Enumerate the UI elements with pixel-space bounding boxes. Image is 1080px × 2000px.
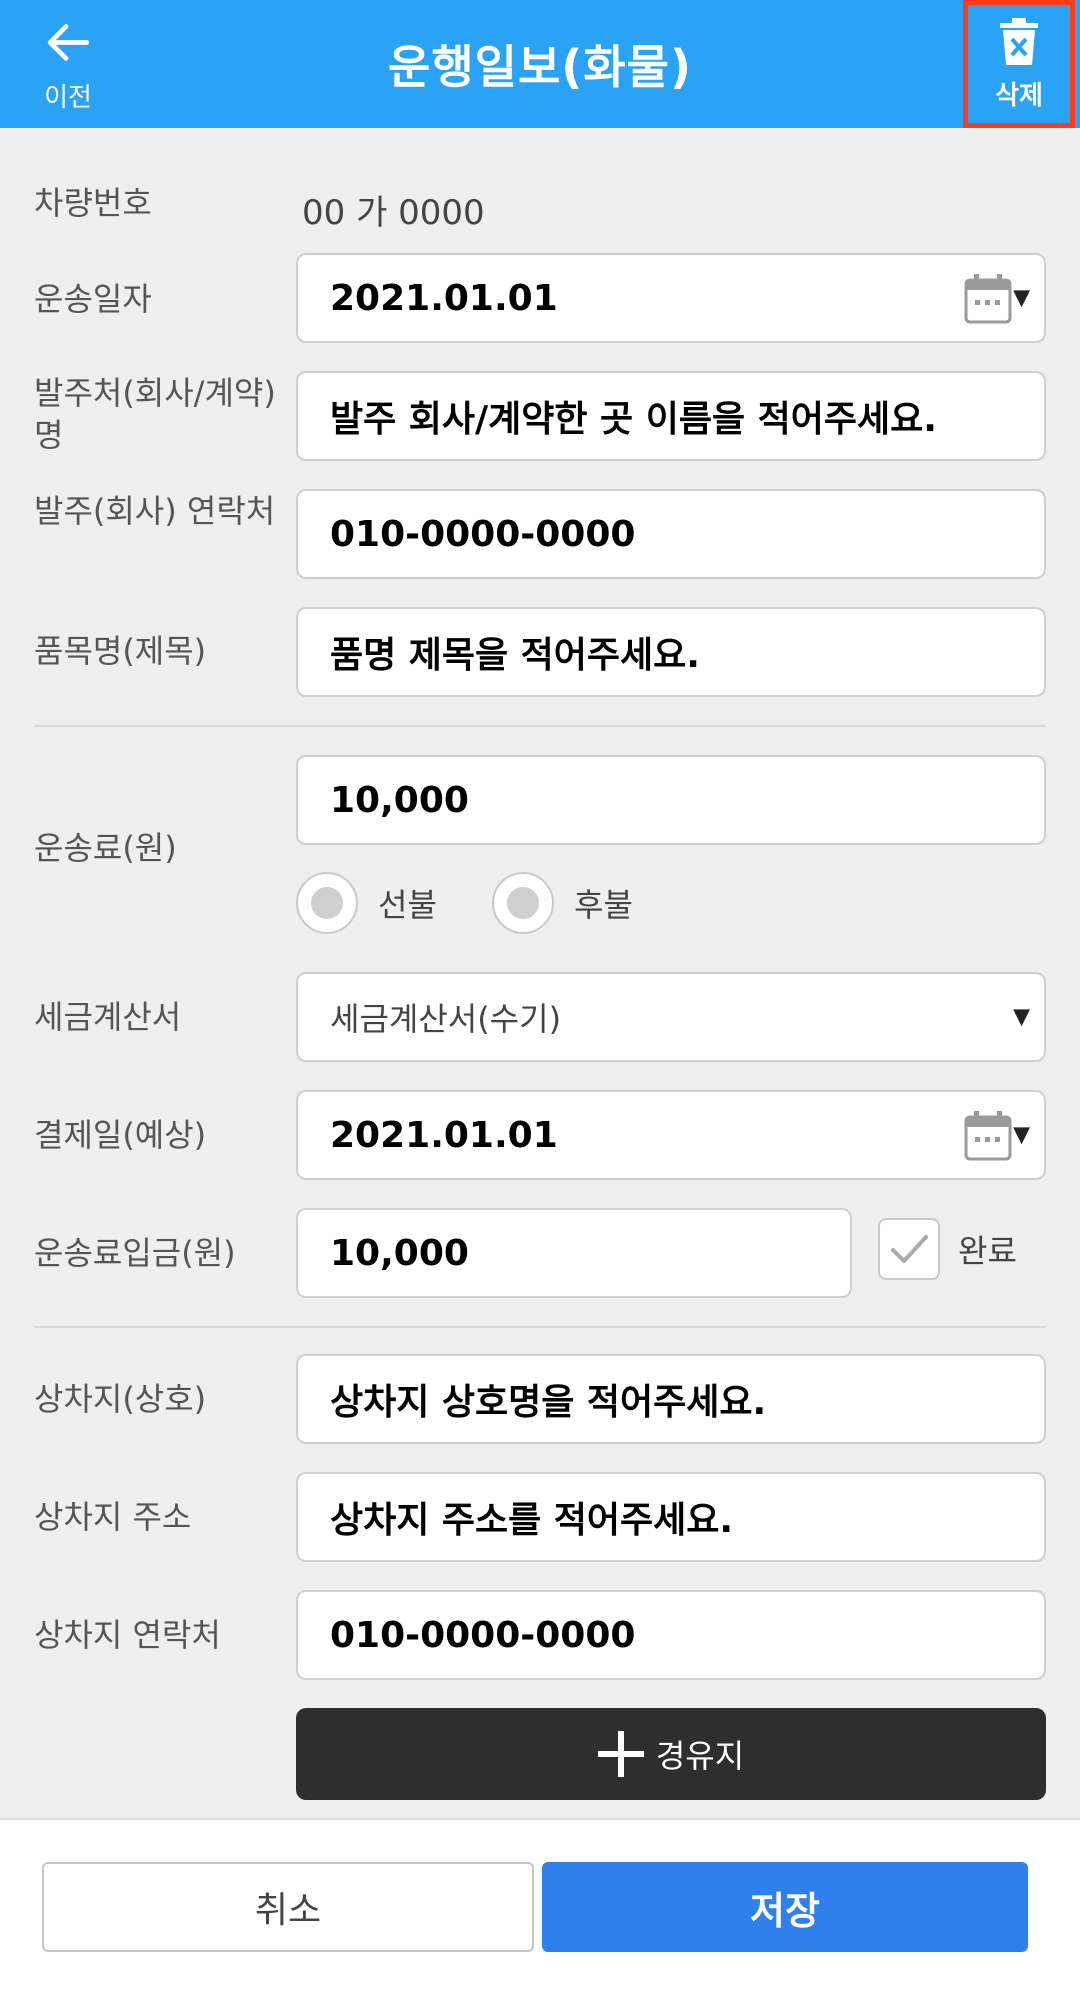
vehicle-number-value: 00 가 0000 xyxy=(302,193,485,233)
transport-date-label: 운송일자 xyxy=(34,280,152,318)
prepaid-label: 선불 xyxy=(378,886,437,924)
chevron-down-icon: ▼ xyxy=(1013,285,1030,311)
add-waypoint-button[interactable]: 경유지 xyxy=(296,1708,1046,1800)
radio-circle xyxy=(296,872,358,934)
fare-label: 운송료(원) xyxy=(34,829,177,867)
save-button[interactable]: 저장 xyxy=(542,1862,1028,1952)
client-name-field[interactable]: 발주 회사/계약한 곳 이름을 적어주세요. xyxy=(296,371,1046,461)
transport-date-field[interactable]: 2021.01.01 ▼ xyxy=(296,253,1046,343)
radio-circle xyxy=(492,872,554,934)
done-checkbox[interactable] xyxy=(878,1218,940,1280)
item-name-field[interactable]: 품명 제목을 적어주세요. xyxy=(296,607,1046,697)
page-title: 운행일보(화물) xyxy=(388,40,692,94)
plus-icon xyxy=(597,1731,644,1777)
loading-place-label: 상차지(상호) xyxy=(34,1380,207,1418)
loading-contact-value: 010-0000-0000 xyxy=(330,1614,636,1656)
client-name-value: 발주 회사/계약한 곳 이름을 적어주세요. xyxy=(330,399,937,440)
item-name-value: 품명 제목을 적어주세요. xyxy=(330,635,700,676)
payment-date-field[interactable]: 2021.01.01 ▼ xyxy=(296,1090,1046,1180)
section-divider xyxy=(34,1326,1046,1328)
fare-deposit-field[interactable]: 10,000 xyxy=(296,1208,852,1298)
transport-date-value: 2021.01.01 xyxy=(330,277,558,319)
loading-contact-field[interactable]: 010-0000-0000 xyxy=(296,1590,1046,1680)
section-divider xyxy=(34,725,1046,727)
prepaid-radio[interactable]: 선불 xyxy=(296,872,437,934)
delete-label: 삭제 xyxy=(995,80,1043,111)
calendar-icon[interactable] xyxy=(964,272,1012,324)
cancel-button[interactable]: 취소 xyxy=(42,1862,534,1952)
client-contact-value: 010-0000-0000 xyxy=(330,513,636,555)
loading-address-value: 상차지 주소를 적어주세요. xyxy=(330,1500,734,1541)
chevron-down-icon: ▼ xyxy=(1013,1122,1030,1148)
postpaid-label: 후불 xyxy=(574,886,633,924)
postpaid-radio[interactable]: 후불 xyxy=(492,872,633,934)
fare-field[interactable]: 10,000 xyxy=(296,755,1046,845)
calendar-icon[interactable] xyxy=(964,1109,1012,1161)
loading-place-value: 상차지 상호명을 적어주세요. xyxy=(330,1382,767,1423)
item-name-label: 품목명(제목) xyxy=(34,632,207,670)
check-icon xyxy=(891,1235,928,1263)
fare-value: 10,000 xyxy=(330,779,469,821)
loading-address-field[interactable]: 상차지 주소를 적어주세요. xyxy=(296,1472,1046,1562)
vehicle-number-label: 차량번호 xyxy=(34,184,152,222)
chevron-down-icon: ▼ xyxy=(1013,1004,1030,1030)
trash-icon xyxy=(1000,17,1038,65)
loading-contact-label: 상차지 연락처 xyxy=(34,1616,221,1654)
payment-date-value: 2021.01.01 xyxy=(330,1114,558,1156)
tax-invoice-label: 세금계산서 xyxy=(34,998,182,1036)
tax-invoice-select[interactable]: 세금계산서(수기) ▼ xyxy=(296,972,1046,1062)
loading-address-label: 상차지 주소 xyxy=(34,1498,192,1536)
loading-place-field[interactable]: 상차지 상호명을 적어주세요. xyxy=(296,1354,1046,1444)
app-header: 이전 운행일보(화물) 삭제 xyxy=(0,0,1080,128)
done-label: 완료 xyxy=(958,1232,1017,1270)
footer-bar: 취소 저장 xyxy=(0,1818,1080,2000)
tax-invoice-value: 세금계산서(수기) xyxy=(330,1000,562,1038)
app-root: 이전 운행일보(화물) 삭제 차량번호 00 가 0000 운송일자 2021.… xyxy=(0,0,1080,2000)
client-contact-field[interactable]: 010-0000-0000 xyxy=(296,489,1046,579)
fare-deposit-label: 운송료입금(원) xyxy=(34,1234,236,1272)
delete-button[interactable]: 삭제 xyxy=(963,0,1075,128)
payment-date-label: 결제일(예상) xyxy=(34,1116,207,1154)
client-contact-label: 발주(회사) 연락처 xyxy=(34,492,276,530)
waypoint-label: 경유지 xyxy=(655,1737,745,1775)
client-name-label: 발주처(회사/계약)명 xyxy=(34,374,276,454)
fare-deposit-value: 10,000 xyxy=(330,1232,469,1274)
